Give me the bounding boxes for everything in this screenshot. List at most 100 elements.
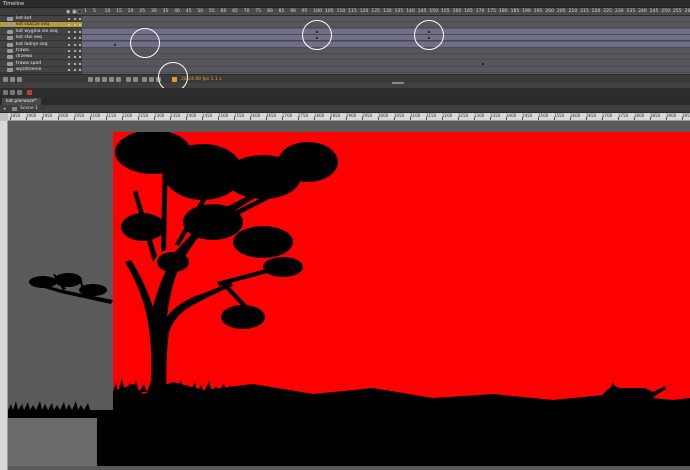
- frame-number: 170: [475, 9, 485, 14]
- layer-toggle-dot[interactable]: [68, 56, 70, 59]
- frame-row[interactable]: [82, 41, 690, 48]
- frame-number: 40: [174, 9, 180, 14]
- layer-toggle-dot[interactable]: [79, 62, 81, 65]
- layer-toggle-dot[interactable]: [79, 37, 81, 40]
- keyframe[interactable]: [482, 62, 484, 65]
- frame-number: 60: [220, 9, 227, 14]
- layer-row[interactable]: drzewo: [0, 54, 82, 61]
- layer-toggle-dot[interactable]: [79, 30, 81, 33]
- eye-icon[interactable]: ◉: [66, 9, 70, 15]
- layer-toggle-dot[interactable]: [68, 43, 70, 46]
- first-frame-icon[interactable]: [88, 77, 93, 82]
- frame-row[interactable]: [82, 16, 690, 22]
- layer-toggle-dot[interactable]: [74, 50, 76, 52]
- layer-toggle-dot[interactable]: [68, 24, 70, 27]
- layer-toggle-dot[interactable]: [79, 18, 81, 20]
- step-back-icon[interactable]: [95, 77, 100, 82]
- frame-row[interactable]: [82, 35, 690, 42]
- frame-row[interactable]: [82, 48, 690, 54]
- layer-toggle-dot[interactable]: [79, 50, 81, 52]
- step-forward-icon[interactable]: [109, 77, 114, 82]
- frame-number: 105: [325, 9, 334, 14]
- frame-number: 1: [84, 9, 87, 14]
- layer-toggle-dot[interactable]: [68, 50, 70, 52]
- layer-toggle-dot[interactable]: [79, 24, 81, 27]
- frame-number: 225: [603, 9, 612, 14]
- layer-toggle-dot[interactable]: [79, 43, 81, 46]
- loop-icon[interactable]: [126, 77, 131, 82]
- frame-number: 50: [197, 9, 204, 14]
- layer-row[interactable]: kot ladnje seq: [0, 41, 82, 48]
- timeline-panel-tab[interactable]: Timeline: [0, 0, 690, 8]
- timeline-toolbar: 28 24.00 fps 1.1 s: [0, 74, 690, 83]
- ruler-tick-mark: [522, 117, 523, 120]
- ruler-tick-mark: [410, 117, 411, 120]
- ruler-tick-label: 3900: [666, 113, 677, 118]
- layer-toggle-dot[interactable]: [68, 30, 70, 33]
- ruler-tick-label: 2550: [234, 113, 245, 118]
- tool-icon-2[interactable]: [10, 90, 15, 95]
- onion-outline-icon[interactable]: [149, 77, 154, 82]
- frame-number: 65: [232, 9, 238, 14]
- frame-number: 130: [383, 9, 392, 14]
- layer-row[interactable]: kot stoi seq: [0, 35, 82, 42]
- resize-handle[interactable]: [392, 82, 404, 84]
- layer-toggle-dot[interactable]: [74, 69, 76, 72]
- layer-toggle-dot[interactable]: [74, 37, 76, 40]
- frame-number: 165: [464, 9, 473, 14]
- onion-skin-icon[interactable]: [142, 77, 147, 82]
- layer-row[interactable]: kot skacze seq: [0, 22, 82, 29]
- highlight-circle-keyframe-1: [302, 20, 332, 50]
- layer-toggle-dot[interactable]: [74, 56, 76, 59]
- add-layer-icon[interactable]: [10, 77, 15, 82]
- document-tab-bar: kot pierwsze*: [0, 97, 690, 105]
- tool-icon-3[interactable]: [17, 90, 22, 95]
- layer-toggle-dot[interactable]: [74, 62, 76, 65]
- layer-toggle-dot[interactable]: [79, 69, 81, 72]
- layer-toggle-dot[interactable]: [68, 69, 70, 72]
- stage[interactable]: [113, 132, 690, 466]
- ruler-tick-label: 3000: [378, 113, 389, 118]
- back-arrow-icon[interactable]: ◂: [3, 106, 6, 112]
- layer-toggle-dot[interactable]: [74, 24, 76, 27]
- trash-icon[interactable]: [17, 77, 22, 82]
- frame-number: 5: [93, 9, 96, 14]
- last-frame-icon[interactable]: [116, 77, 121, 82]
- layer-toggle-dot[interactable]: [74, 18, 76, 20]
- layer-row[interactable]: kot wygina sie seq: [0, 28, 82, 35]
- frame-row[interactable]: [82, 22, 690, 29]
- layer-row[interactable]: trawa: [0, 48, 82, 54]
- frame-ruler[interactable]: 1 5 10 15 20 25 30 35 40 45 50 55 60 65 70 75 80 85 90 95 10…: [82, 8, 690, 16]
- ruler-tick-mark: [682, 117, 683, 120]
- frame-number: 175: [487, 9, 496, 14]
- ruler-tick-label: 3650: [586, 113, 597, 118]
- layer-toggle-dot[interactable]: [79, 56, 81, 59]
- layer-toggle-dot[interactable]: [68, 62, 70, 65]
- document-tab[interactable]: kot pierwsze*: [2, 98, 41, 105]
- tool-icon-4[interactable]: [27, 90, 32, 95]
- keyframe[interactable]: [114, 43, 116, 46]
- play-icon[interactable]: [102, 77, 107, 82]
- layer-row[interactable]: wyzdrzenie: [0, 67, 82, 74]
- frame-number: 90: [290, 9, 296, 14]
- ruler-tick-mark: [490, 117, 491, 120]
- frame-number: 135: [394, 9, 404, 14]
- center-frame-icon[interactable]: [133, 77, 138, 82]
- tool-icon-1[interactable]: [3, 90, 8, 95]
- ruler-tick-label: 2800: [314, 113, 325, 118]
- frame-row[interactable]: [82, 54, 690, 61]
- frame-row[interactable]: [82, 28, 690, 35]
- layer-toggle-dot[interactable]: [68, 37, 70, 40]
- layer-toggle-dot[interactable]: [74, 30, 76, 33]
- folder-icon[interactable]: [3, 77, 8, 82]
- frame-number: 85: [278, 9, 285, 14]
- layer-toggle-dot[interactable]: [74, 43, 76, 46]
- ruler-tick-label: 2650: [266, 113, 277, 118]
- ruler-tick-mark: [170, 117, 171, 120]
- layer-toggle-dot[interactable]: [68, 18, 70, 20]
- ruler-tick-label: 2150: [106, 113, 117, 118]
- layer-row[interactable]: trawa spod: [0, 60, 82, 67]
- scene-label[interactable]: Scene 1: [20, 106, 38, 111]
- horizontal-ruler[interactable]: 1850 1900 1950 2000 2050 2100 2150 2200 2250 2300…: [8, 113, 690, 121]
- vertical-ruler[interactable]: [0, 121, 8, 470]
